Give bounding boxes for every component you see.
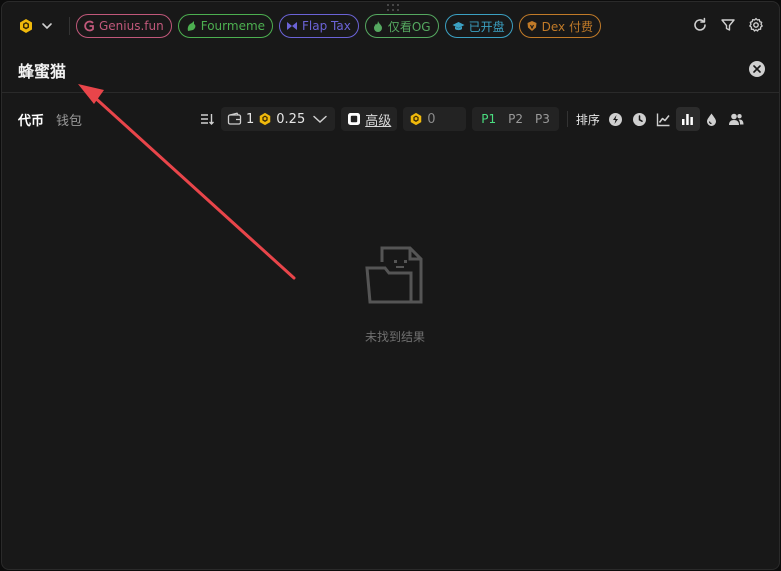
chevron-down-icon (42, 23, 52, 30)
filter-dex-paid[interactable]: Dex 付费 (518, 14, 601, 38)
tab-tokens[interactable]: 代币 (18, 110, 44, 129)
search-input[interactable] (18, 57, 718, 83)
gas-setting[interactable]: 0 (403, 107, 467, 131)
filter-funnel-icon (721, 19, 735, 31)
empty-folder-illustration (365, 246, 423, 304)
checkbox-icon (348, 113, 361, 125)
drag-handle[interactable] (387, 4, 399, 12)
filter-label: Flap Tax (302, 19, 351, 33)
genius-logo-icon (84, 20, 94, 32)
preset-p3[interactable]: P3 (530, 112, 555, 126)
wallet-icon (227, 112, 242, 125)
bnb-token-icon (260, 112, 271, 126)
toolbar-tools: 1 0.25 高级 0 P1 P2 P3 排序 (195, 106, 748, 132)
clear-search-button[interactable] (749, 61, 765, 77)
close-icon (753, 65, 761, 73)
filter-genius-fun[interactable]: Genius.fun (76, 14, 172, 38)
flap-logo-icon (287, 22, 298, 30)
tab-wallets[interactable]: 钱包 (56, 110, 82, 129)
buy-amount: 0.25 (276, 111, 306, 127)
divider (69, 17, 70, 35)
droplet-icon (707, 113, 717, 126)
users-icon (728, 113, 744, 125)
refresh-icon (694, 17, 706, 31)
graduation-cap-icon (452, 22, 465, 31)
bnb-token-icon (411, 112, 422, 126)
result-tabs: 代币 钱包 (18, 110, 82, 129)
filter-label: 已开盘 (468, 19, 505, 34)
wallet-count: 1 (246, 111, 255, 127)
search-panel: Genius.fun Fourmeme Flap Tax 仅看OG 已开盘 De… (1, 1, 780, 570)
sort-lines-icon (201, 114, 214, 125)
filter-launched[interactable]: 已开盘 (444, 14, 513, 38)
clock-icon (633, 112, 647, 126)
sort-holders-button[interactable] (724, 107, 748, 131)
flame-icon (373, 21, 382, 32)
fourmeme-logo-icon (187, 21, 196, 31)
chain-selector[interactable] (18, 15, 53, 37)
filter-button[interactable] (719, 16, 737, 34)
filter-fourmeme[interactable]: Fourmeme (177, 14, 274, 38)
sort-liquidity-button[interactable] (700, 107, 724, 131)
preset-selector: P1 P2 P3 (472, 107, 559, 131)
chevron-down-icon (313, 115, 327, 124)
filter-label: Genius.fun (99, 19, 164, 33)
empty-message: 未找到结果 (364, 330, 425, 344)
filter-label: 仅看OG (387, 19, 431, 34)
search-row (2, 49, 779, 93)
refresh-button[interactable] (691, 16, 709, 34)
empty-state: 未找到结果 (302, 245, 488, 345)
filter-label: Dex 付费 (541, 19, 593, 34)
top-actions (691, 16, 765, 34)
gas-value: 0 (427, 111, 436, 127)
quick-buy-amount[interactable]: 1 0.25 (221, 107, 336, 131)
sort-time-button[interactable] (628, 107, 652, 131)
sort-chart-button[interactable] (652, 107, 676, 131)
divider (566, 111, 568, 127)
settings-button[interactable] (747, 16, 765, 34)
bnb-chain-icon (20, 19, 32, 33)
sort-label: 排序 (575, 112, 600, 127)
line-chart-icon (657, 113, 670, 126)
gear-icon (749, 17, 763, 32)
advanced-toggle[interactable]: 高级 (341, 107, 398, 131)
dex-shield-icon (527, 21, 537, 31)
results-toolbar: 代币 钱包 1 0.25 高级 0 P1 P2 P3 排序 (2, 106, 779, 132)
sort-volume-button[interactable] (675, 107, 700, 131)
trending-bolt-icon (609, 112, 623, 126)
advanced-label: 高级 (365, 113, 392, 129)
bar-chart-icon (682, 113, 694, 125)
filter-flap-tax[interactable]: Flap Tax (279, 14, 359, 38)
filter-og-only[interactable]: 仅看OG (364, 14, 439, 38)
list-sort-button[interactable] (195, 107, 219, 131)
preset-p1[interactable]: P1 (476, 112, 501, 126)
sort-trending-button[interactable] (604, 107, 628, 131)
top-bar: Genius.fun Fourmeme Flap Tax 仅看OG 已开盘 De… (2, 12, 779, 40)
preset-p2[interactable]: P2 (503, 112, 528, 126)
platform-filters: Genius.fun Fourmeme Flap Tax 仅看OG 已开盘 De… (76, 14, 601, 38)
filter-label: Fourmeme (200, 19, 266, 33)
